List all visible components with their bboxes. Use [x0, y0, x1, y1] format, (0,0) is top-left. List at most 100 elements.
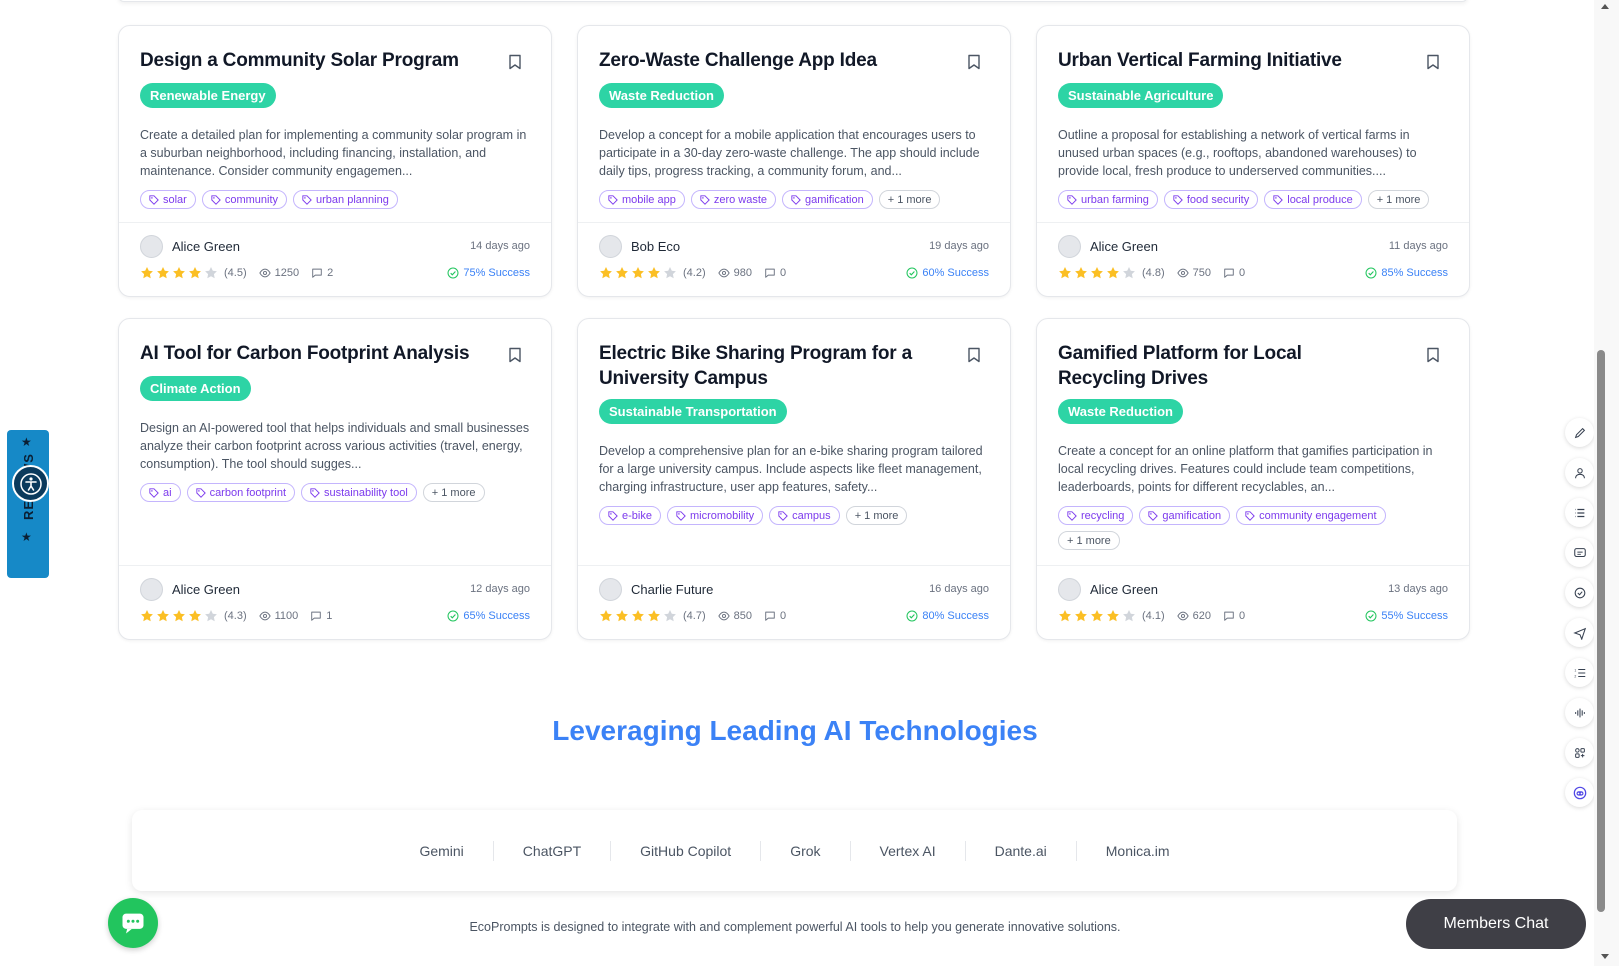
bot-icon[interactable] — [1565, 778, 1594, 807]
more-tags-chip[interactable]: + 1 more — [1367, 190, 1430, 209]
view-count: 1250 — [258, 267, 299, 279]
scroll-up-arrow[interactable] — [1601, 4, 1609, 9]
prompt-card[interactable]: Electric Bike Sharing Program for a Univ… — [577, 318, 1011, 640]
scrollbar-thumb[interactable] — [1597, 350, 1605, 912]
tag-icon — [149, 487, 159, 498]
category-badge[interactable]: Renewable Energy — [140, 83, 276, 108]
members-chat-button[interactable]: Members Chat — [1406, 899, 1586, 949]
category-badge[interactable]: Sustainable Transportation — [599, 399, 787, 424]
author[interactable]: Alice Green — [140, 577, 240, 601]
star-icon — [205, 610, 217, 622]
more-tags-chip[interactable]: + 1 more — [422, 483, 485, 502]
bookmark-icon[interactable] — [967, 48, 989, 75]
author[interactable]: Bob Eco — [599, 234, 680, 258]
ai-tool-item[interactable]: Dante.ai — [966, 840, 1077, 861]
more-tags-chip[interactable]: + 1 more — [1058, 531, 1120, 550]
user-icon[interactable] — [1565, 458, 1594, 487]
card-title[interactable]: Design a Community Solar Program — [140, 48, 459, 73]
chat-bubble-icon[interactable] — [108, 898, 158, 948]
card-title[interactable]: Electric Bike Sharing Program for a Univ… — [599, 341, 929, 391]
tag-chip[interactable]: community engagement — [1236, 506, 1386, 525]
scroll-down-arrow[interactable] — [1601, 954, 1609, 959]
audio-icon[interactable] — [1565, 698, 1594, 727]
tag-chip[interactable]: sustainability tool — [301, 483, 417, 502]
card-stats: (4.5) 1250 2 — [140, 266, 333, 280]
category-badge[interactable]: Waste Reduction — [1058, 399, 1183, 424]
tag-chip[interactable]: carbon footprint — [186, 483, 295, 502]
ai-tool-item[interactable]: Grok — [761, 840, 851, 861]
card-description: Develop a concept for a mobile applicati… — [599, 128, 980, 178]
tag-label: campus — [792, 509, 831, 522]
author[interactable]: Alice Green — [1058, 234, 1158, 258]
tag-chip[interactable]: food security — [1163, 190, 1259, 209]
tag-chip[interactable]: local produce — [1264, 190, 1362, 209]
comment-icon — [311, 267, 323, 279]
tag-chip[interactable]: zero waste — [690, 190, 777, 209]
more-tags-chip[interactable]: + 1 more — [845, 506, 908, 525]
tag-chip[interactable]: gamification — [1139, 506, 1231, 525]
star-rating — [140, 266, 218, 280]
ai-tool-item[interactable]: ChatGPT — [494, 840, 612, 861]
pencil-icon[interactable] — [1565, 418, 1594, 447]
tag-chip[interactable]: urban planning — [293, 190, 398, 209]
check-circle-icon — [447, 610, 459, 622]
category-badge[interactable]: Waste Reduction — [599, 83, 724, 108]
accessibility-icon[interactable] — [12, 465, 49, 502]
ai-tool-item[interactable]: Monica.im — [1077, 841, 1199, 861]
bookmark-icon[interactable] — [508, 48, 530, 75]
prompt-card[interactable]: Urban Vertical Farming Initiative Sustain… — [1036, 25, 1470, 297]
tag-icon — [1148, 510, 1159, 521]
star-icon — [1107, 267, 1119, 279]
footer-stats-row: (4.5) 1250 2 75% Success — [140, 263, 530, 283]
message-icon[interactable] — [1565, 538, 1594, 567]
category-badge[interactable]: Climate Action — [140, 376, 251, 401]
author[interactable]: Alice Green — [140, 234, 240, 258]
card-title[interactable]: Zero-Waste Challenge App Idea — [599, 48, 877, 73]
tag-chip[interactable]: solar — [140, 190, 196, 209]
ai-tool-item[interactable]: Gemini — [390, 840, 494, 861]
tag-chip[interactable]: gamification — [782, 190, 873, 209]
post-date: 13 days ago — [1388, 583, 1448, 595]
clock-check-icon[interactable] — [1565, 578, 1594, 607]
prompt-card[interactable]: Design a Community Solar Program Renewabl… — [118, 25, 552, 297]
send-icon[interactable] — [1565, 618, 1594, 647]
category-badge[interactable]: Sustainable Agriculture — [1058, 83, 1224, 108]
star-icon — [1107, 610, 1119, 622]
author[interactable]: Alice Green — [1058, 577, 1158, 601]
bookmark-icon[interactable] — [967, 341, 989, 368]
tag-chip[interactable]: community — [201, 190, 288, 209]
tag-chip[interactable]: campus — [769, 506, 840, 525]
prompt-card[interactable]: AI Tool for Carbon Footprint Analysis Cli… — [118, 318, 552, 640]
success-rate: 80% Success — [906, 610, 989, 622]
tag-chip[interactable]: recycling — [1058, 506, 1134, 525]
star-icon — [157, 610, 169, 622]
bookmark-icon[interactable] — [508, 341, 530, 368]
card-title[interactable]: AI Tool for Carbon Footprint Analysis — [140, 341, 470, 366]
card-title[interactable]: Urban Vertical Farming Initiative — [1058, 48, 1342, 73]
tag-chip[interactable]: mobile app — [599, 190, 685, 209]
tag-list: mobile app zero waste gamification + 1 more — [599, 190, 989, 209]
tag-icon — [1173, 194, 1183, 205]
ordered-list-icon[interactable]: 12 — [1565, 658, 1594, 687]
tag-chip[interactable]: micromobility — [666, 506, 764, 525]
comment-count-value: 0 — [1238, 610, 1246, 622]
tag-chip[interactable]: e-bike — [599, 506, 661, 525]
card-header: AI Tool for Carbon Footprint Analysis — [140, 341, 530, 368]
card-title[interactable]: Gamified Platform for Local Recycling Dr… — [1058, 341, 1388, 391]
bookmark-icon[interactable] — [1426, 341, 1448, 368]
list-icon[interactable] — [1565, 498, 1594, 527]
card-footer: Charlie Future 16 days ago (4.7) 850 0 80% Su… — [578, 565, 1010, 639]
star-icon — [600, 610, 612, 622]
author[interactable]: Charlie Future — [599, 577, 713, 601]
comment-icon — [1223, 610, 1235, 622]
check-circle-icon — [447, 267, 459, 279]
more-tags-chip[interactable]: + 1 more — [878, 190, 941, 209]
prompt-card[interactable]: Gamified Platform for Local Recycling Dr… — [1036, 318, 1470, 640]
tag-chip[interactable]: ai — [140, 483, 181, 502]
apps-icon[interactable] — [1565, 738, 1594, 767]
ai-tool-item[interactable]: Vertex AI — [851, 840, 966, 861]
prompt-card[interactable]: Zero-Waste Challenge App Idea Waste Reduc… — [577, 25, 1011, 297]
ai-tool-item[interactable]: GitHub Copilot — [611, 840, 762, 861]
tag-chip[interactable]: urban farming — [1058, 190, 1158, 209]
bookmark-icon[interactable] — [1426, 48, 1448, 75]
